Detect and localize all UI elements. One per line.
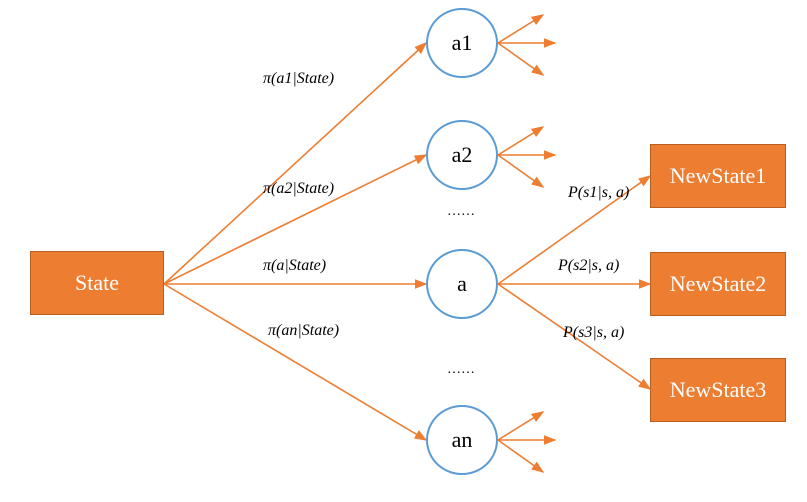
policy-label-an: π(an|State)	[268, 322, 340, 339]
outgoing-edge-1-up	[497, 126, 545, 156]
outgoing-edge-0-down	[497, 42, 545, 76]
action-node-a1: a1	[426, 8, 498, 78]
policy-edge-3	[163, 283, 428, 441]
policy-label-a: π(a|State)	[263, 257, 327, 274]
outgoing-edge-0-up	[497, 14, 545, 44]
ellipsis-2: ……	[447, 362, 475, 377]
diagram: State a1 a2 a an …… …… NewState1 NewStat…	[0, 0, 807, 502]
policy-label-a2: π(a2|State)	[263, 180, 335, 197]
outgoing-edge-3-up	[497, 411, 545, 441]
transition-label-s1: P(s1|s, a)	[568, 184, 630, 201]
new-state-node-3: NewState3	[650, 358, 786, 422]
outgoing-edge-3-down	[497, 439, 545, 473]
transition-label-s2: P(s2|s, a)	[558, 257, 620, 274]
action-node-an: an	[426, 405, 498, 475]
ellipsis-1: ……	[447, 204, 475, 219]
action-node-a2: a2	[426, 120, 498, 190]
outgoing-edge-1-down	[497, 154, 545, 188]
transition-label-s3: P(s3|s, a)	[563, 324, 625, 341]
action-node-a: a	[426, 249, 498, 319]
policy-label-a1: π(a1|State)	[263, 70, 335, 87]
state-node: State	[30, 251, 164, 315]
new-state-node-2: NewState2	[650, 252, 786, 316]
new-state-node-1: NewState1	[650, 144, 786, 208]
